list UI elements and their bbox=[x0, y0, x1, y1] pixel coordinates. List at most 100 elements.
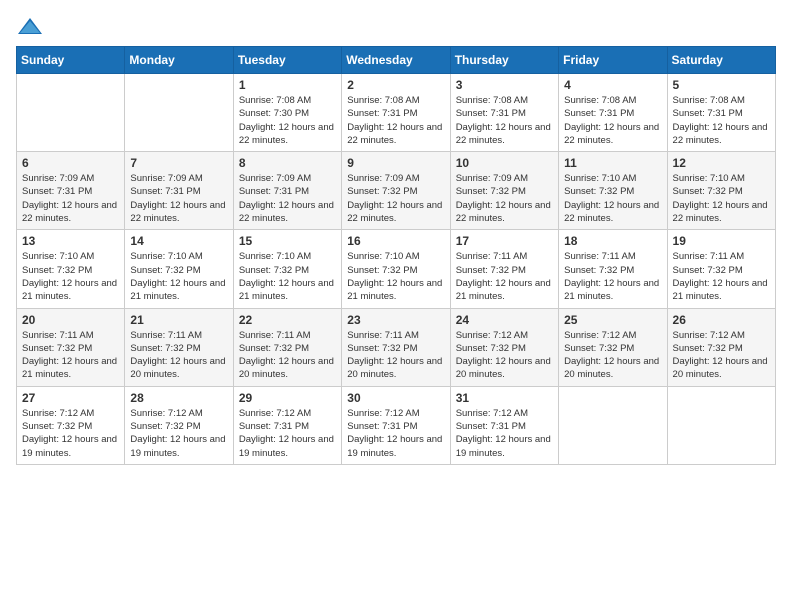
calendar-cell: 18 Sunrise: 7:11 AM Sunset: 7:32 PM Dayli… bbox=[559, 230, 667, 308]
day-number: 11 bbox=[564, 156, 661, 170]
day-number: 10 bbox=[456, 156, 553, 170]
day-info: Sunrise: 7:11 AM Sunset: 7:32 PM Dayligh… bbox=[564, 250, 661, 303]
day-info: Sunrise: 7:08 AM Sunset: 7:30 PM Dayligh… bbox=[239, 94, 336, 147]
calendar-cell: 27 Sunrise: 7:12 AM Sunset: 7:32 PM Dayli… bbox=[17, 386, 125, 464]
calendar-cell: 15 Sunrise: 7:10 AM Sunset: 7:32 PM Dayli… bbox=[233, 230, 341, 308]
day-info: Sunrise: 7:11 AM Sunset: 7:32 PM Dayligh… bbox=[239, 329, 336, 382]
calendar-cell: 1 Sunrise: 7:08 AM Sunset: 7:30 PM Daylig… bbox=[233, 74, 341, 152]
day-number: 29 bbox=[239, 391, 336, 405]
calendar-cell bbox=[17, 74, 125, 152]
day-info: Sunrise: 7:11 AM Sunset: 7:32 PM Dayligh… bbox=[130, 329, 227, 382]
weekday-header: Wednesday bbox=[342, 47, 450, 74]
day-number: 21 bbox=[130, 313, 227, 327]
day-number: 28 bbox=[130, 391, 227, 405]
day-info: Sunrise: 7:08 AM Sunset: 7:31 PM Dayligh… bbox=[456, 94, 553, 147]
calendar-week-row: 6 Sunrise: 7:09 AM Sunset: 7:31 PM Daylig… bbox=[17, 152, 776, 230]
calendar-cell: 16 Sunrise: 7:10 AM Sunset: 7:32 PM Dayli… bbox=[342, 230, 450, 308]
calendar-cell: 17 Sunrise: 7:11 AM Sunset: 7:32 PM Dayli… bbox=[450, 230, 558, 308]
calendar-cell: 4 Sunrise: 7:08 AM Sunset: 7:31 PM Daylig… bbox=[559, 74, 667, 152]
calendar-table: SundayMondayTuesdayWednesdayThursdayFrid… bbox=[16, 46, 776, 465]
weekday-header: Thursday bbox=[450, 47, 558, 74]
page-header bbox=[16, 16, 776, 36]
day-number: 23 bbox=[347, 313, 444, 327]
day-info: Sunrise: 7:12 AM Sunset: 7:32 PM Dayligh… bbox=[564, 329, 661, 382]
day-number: 24 bbox=[456, 313, 553, 327]
day-number: 31 bbox=[456, 391, 553, 405]
day-number: 12 bbox=[673, 156, 770, 170]
calendar-cell: 30 Sunrise: 7:12 AM Sunset: 7:31 PM Dayli… bbox=[342, 386, 450, 464]
day-number: 30 bbox=[347, 391, 444, 405]
calendar-cell: 25 Sunrise: 7:12 AM Sunset: 7:32 PM Dayli… bbox=[559, 308, 667, 386]
day-number: 9 bbox=[347, 156, 444, 170]
day-info: Sunrise: 7:11 AM Sunset: 7:32 PM Dayligh… bbox=[347, 329, 444, 382]
logo-icon bbox=[16, 16, 44, 36]
calendar-cell: 23 Sunrise: 7:11 AM Sunset: 7:32 PM Dayli… bbox=[342, 308, 450, 386]
calendar-cell: 7 Sunrise: 7:09 AM Sunset: 7:31 PM Daylig… bbox=[125, 152, 233, 230]
calendar-week-row: 1 Sunrise: 7:08 AM Sunset: 7:30 PM Daylig… bbox=[17, 74, 776, 152]
day-number: 3 bbox=[456, 78, 553, 92]
day-info: Sunrise: 7:11 AM Sunset: 7:32 PM Dayligh… bbox=[22, 329, 119, 382]
day-info: Sunrise: 7:11 AM Sunset: 7:32 PM Dayligh… bbox=[456, 250, 553, 303]
weekday-header: Tuesday bbox=[233, 47, 341, 74]
logo bbox=[16, 16, 48, 36]
day-info: Sunrise: 7:10 AM Sunset: 7:32 PM Dayligh… bbox=[673, 172, 770, 225]
day-number: 8 bbox=[239, 156, 336, 170]
calendar-cell bbox=[559, 386, 667, 464]
day-info: Sunrise: 7:11 AM Sunset: 7:32 PM Dayligh… bbox=[673, 250, 770, 303]
day-number: 22 bbox=[239, 313, 336, 327]
weekday-header: Saturday bbox=[667, 47, 775, 74]
day-number: 4 bbox=[564, 78, 661, 92]
day-info: Sunrise: 7:12 AM Sunset: 7:31 PM Dayligh… bbox=[347, 407, 444, 460]
calendar-cell: 22 Sunrise: 7:11 AM Sunset: 7:32 PM Dayli… bbox=[233, 308, 341, 386]
day-info: Sunrise: 7:10 AM Sunset: 7:32 PM Dayligh… bbox=[564, 172, 661, 225]
day-number: 27 bbox=[22, 391, 119, 405]
weekday-header-row: SundayMondayTuesdayWednesdayThursdayFrid… bbox=[17, 47, 776, 74]
calendar-cell: 19 Sunrise: 7:11 AM Sunset: 7:32 PM Dayli… bbox=[667, 230, 775, 308]
calendar-week-row: 27 Sunrise: 7:12 AM Sunset: 7:32 PM Dayli… bbox=[17, 386, 776, 464]
calendar-cell: 5Sunrise: 7:08 AM Sunset: 7:31 PM Daylig… bbox=[667, 74, 775, 152]
day-info: Sunrise: 7:09 AM Sunset: 7:31 PM Dayligh… bbox=[130, 172, 227, 225]
day-number: 7 bbox=[130, 156, 227, 170]
weekday-header: Monday bbox=[125, 47, 233, 74]
day-info: Sunrise: 7:12 AM Sunset: 7:31 PM Dayligh… bbox=[239, 407, 336, 460]
day-info: Sunrise: 7:10 AM Sunset: 7:32 PM Dayligh… bbox=[130, 250, 227, 303]
day-number: 2 bbox=[347, 78, 444, 92]
day-number: 25 bbox=[564, 313, 661, 327]
calendar-cell: 8Sunrise: 7:09 AM Sunset: 7:31 PM Daylig… bbox=[233, 152, 341, 230]
day-info: Sunrise: 7:09 AM Sunset: 7:31 PM Dayligh… bbox=[22, 172, 119, 225]
day-number: 1 bbox=[239, 78, 336, 92]
day-info: Sunrise: 7:10 AM Sunset: 7:32 PM Dayligh… bbox=[239, 250, 336, 303]
day-number: 26 bbox=[673, 313, 770, 327]
day-number: 18 bbox=[564, 234, 661, 248]
calendar-cell: 11 Sunrise: 7:10 AM Sunset: 7:32 PM Dayli… bbox=[559, 152, 667, 230]
day-info: Sunrise: 7:08 AM Sunset: 7:31 PM Dayligh… bbox=[564, 94, 661, 147]
day-number: 6 bbox=[22, 156, 119, 170]
calendar-cell: 2Sunrise: 7:08 AM Sunset: 7:31 PM Daylig… bbox=[342, 74, 450, 152]
day-number: 17 bbox=[456, 234, 553, 248]
day-number: 16 bbox=[347, 234, 444, 248]
calendar-cell: 31Sunrise: 7:12 AM Sunset: 7:31 PM Dayli… bbox=[450, 386, 558, 464]
day-number: 5 bbox=[673, 78, 770, 92]
calendar-cell: 10 Sunrise: 7:09 AM Sunset: 7:32 PM Dayli… bbox=[450, 152, 558, 230]
day-info: Sunrise: 7:12 AM Sunset: 7:32 PM Dayligh… bbox=[673, 329, 770, 382]
calendar-cell: 3 Sunrise: 7:08 AM Sunset: 7:31 PM Daylig… bbox=[450, 74, 558, 152]
day-number: 19 bbox=[673, 234, 770, 248]
day-info: Sunrise: 7:10 AM Sunset: 7:32 PM Dayligh… bbox=[22, 250, 119, 303]
calendar-cell: 6 Sunrise: 7:09 AM Sunset: 7:31 PM Daylig… bbox=[17, 152, 125, 230]
calendar-cell: 12 Sunrise: 7:10 AM Sunset: 7:32 PM Dayli… bbox=[667, 152, 775, 230]
calendar-cell: 13 Sunrise: 7:10 AM Sunset: 7:32 PM Dayli… bbox=[17, 230, 125, 308]
day-info: Sunrise: 7:09 AM Sunset: 7:32 PM Dayligh… bbox=[456, 172, 553, 225]
calendar-cell bbox=[667, 386, 775, 464]
calendar-cell: 9Sunrise: 7:09 AM Sunset: 7:32 PM Daylig… bbox=[342, 152, 450, 230]
day-info: Sunrise: 7:10 AM Sunset: 7:32 PM Dayligh… bbox=[347, 250, 444, 303]
calendar-cell: 29 Sunrise: 7:12 AM Sunset: 7:31 PM Dayli… bbox=[233, 386, 341, 464]
day-info: Sunrise: 7:12 AM Sunset: 7:32 PM Dayligh… bbox=[456, 329, 553, 382]
calendar-cell: 24 Sunrise: 7:12 AM Sunset: 7:32 PM Dayli… bbox=[450, 308, 558, 386]
day-info: Sunrise: 7:12 AM Sunset: 7:32 PM Dayligh… bbox=[22, 407, 119, 460]
calendar-body: 1 Sunrise: 7:08 AM Sunset: 7:30 PM Daylig… bbox=[17, 74, 776, 465]
day-number: 14 bbox=[130, 234, 227, 248]
weekday-header: Sunday bbox=[17, 47, 125, 74]
calendar-week-row: 20Sunrise: 7:11 AM Sunset: 7:32 PM Dayli… bbox=[17, 308, 776, 386]
day-number: 13 bbox=[22, 234, 119, 248]
day-number: 15 bbox=[239, 234, 336, 248]
